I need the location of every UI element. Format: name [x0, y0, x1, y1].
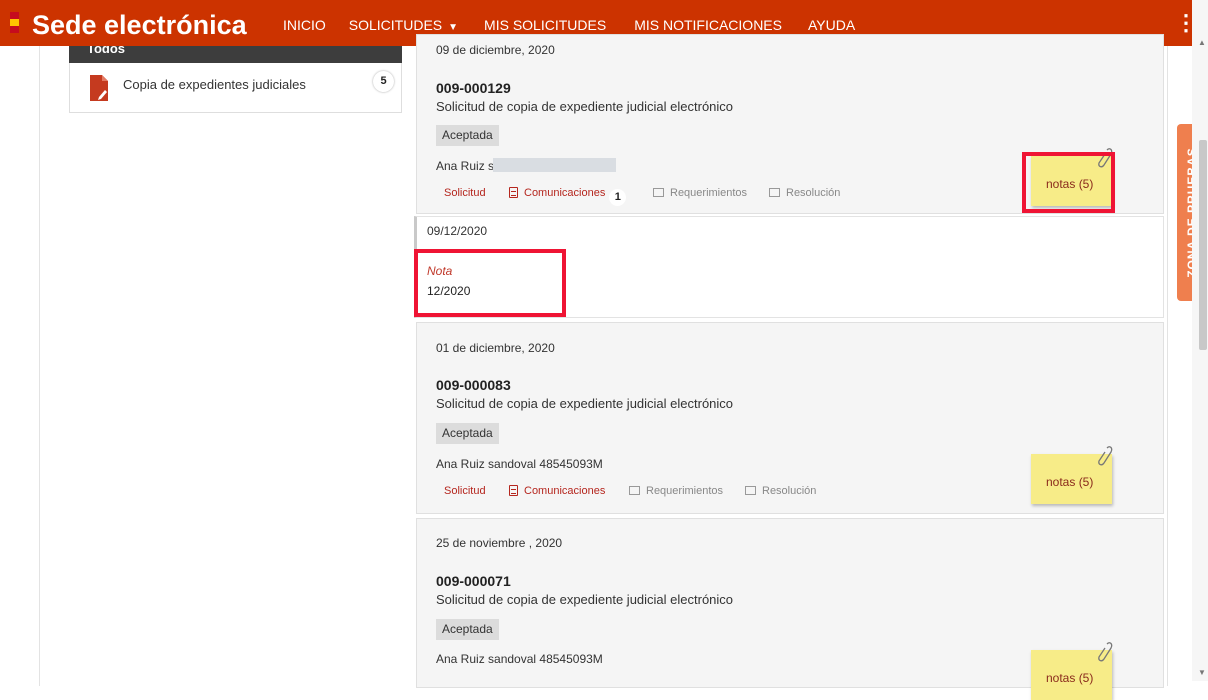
sidebar-item-copia-expedientes[interactable]: Copia de expedientes judiciales 5: [69, 63, 402, 113]
link-comunicaciones-label: Comunicaciones: [524, 187, 606, 199]
notes-label: notas (5): [1046, 475, 1094, 489]
page-icon: [629, 486, 640, 495]
page-icon: [653, 188, 664, 197]
link-requerimientos[interactable]: Requerimientos: [653, 187, 747, 199]
request-code[interactable]: 009-000083: [436, 377, 511, 393]
paperclip-icon: [1098, 446, 1113, 466]
link-solicitud[interactable]: Solicitud: [444, 187, 486, 199]
highlight-notes: [1022, 152, 1115, 213]
request-description: Solicitud de copia de expediente judicia…: [436, 592, 734, 607]
request-date: 01 de diciembre, 2020: [436, 341, 555, 355]
link-comunicaciones[interactable]: Comunicaciones: [509, 485, 605, 497]
request-description: Solicitud de copia de expediente judicia…: [436, 99, 734, 114]
status-badge: Aceptada: [436, 125, 499, 146]
scroll-up-icon[interactable]: ▲: [1198, 38, 1206, 47]
link-resolucion[interactable]: Resolución: [769, 187, 840, 199]
link-comunicaciones-label: Comunicaciones: [524, 485, 606, 497]
applicant-name: Ana Ruiz s: [436, 159, 495, 173]
paperclip-icon: [1098, 642, 1113, 662]
request-code[interactable]: 009-000071: [436, 573, 511, 589]
document-icon: [509, 485, 518, 496]
request-card[interactable]: 25 de noviembre , 2020 009-000071 Solici…: [416, 518, 1164, 700]
request-date: 09 de diciembre, 2020: [436, 43, 555, 57]
request-date: 25 de noviembre , 2020: [436, 536, 563, 550]
nav-ayuda[interactable]: AYUDA: [808, 17, 855, 33]
site-brand[interactable]: Sede electrónica: [32, 10, 247, 41]
chevron-down-icon: ▼: [448, 22, 459, 33]
nav-inicio[interactable]: INICIO: [283, 17, 326, 33]
nav-solicitudes-label: SOLICITUDES: [348, 17, 443, 33]
notes-sticky[interactable]: notas (5): [1031, 446, 1113, 504]
comunicaciones-count: 1: [609, 189, 627, 206]
spain-flag-icon: [10, 12, 19, 34]
link-resolucion[interactable]: Resolución: [745, 485, 816, 497]
request-description: Solicitud de copia de expediente judicia…: [436, 396, 734, 411]
link-resolucion-label: Resolución: [786, 187, 841, 199]
link-resolucion-label: Resolución: [762, 485, 817, 497]
link-requerimientos[interactable]: Requerimientos: [629, 485, 723, 497]
link-requerimientos-label: Requerimientos: [646, 485, 724, 497]
scrollbar-thumb[interactable]: [1199, 140, 1207, 350]
highlight-nota: [414, 249, 566, 317]
redacted-field: [493, 158, 616, 172]
count-badge: 5: [373, 71, 394, 92]
page-icon: [769, 188, 780, 197]
note-date: 09/12/2020: [427, 224, 488, 238]
document-icon: [509, 187, 518, 198]
applicant-name: Ana Ruiz sandoval 48545093M: [436, 652, 603, 666]
document-edit-icon: [90, 75, 108, 101]
main-nav: INICIO SOLICITUDES ▼ MIS SOLICITUDES MIS …: [283, 17, 855, 33]
link-comunicaciones[interactable]: Comunicaciones 1: [509, 187, 627, 206]
link-solicitud[interactable]: Solicitud: [444, 485, 486, 497]
nav-mis-solicitudes[interactable]: MIS SOLICITUDES: [484, 17, 606, 33]
request-card[interactable]: 01 de diciembre, 2020 009-000083 Solicit…: [416, 322, 1164, 514]
notes-sticky[interactable]: notas (5): [1031, 642, 1113, 700]
request-code[interactable]: 009-000129: [436, 80, 511, 96]
sidebar-item-label: Copia de expedientes judiciales: [123, 77, 306, 92]
notes-label: notas (5): [1046, 671, 1094, 685]
scroll-down-icon[interactable]: ▼: [1198, 668, 1206, 677]
status-badge: Aceptada: [436, 619, 499, 640]
applicant-name: Ana Ruiz sandoval 48545093M: [436, 457, 603, 471]
nav-solicitudes[interactable]: SOLICITUDES ▼: [349, 17, 458, 33]
sidebar-header-label: Todos: [87, 46, 126, 56]
status-badge: Aceptada: [436, 423, 499, 444]
sidebar-header[interactable]: Todos: [69, 46, 402, 63]
link-requerimientos-label: Requerimientos: [670, 187, 748, 199]
page-icon: [745, 486, 756, 495]
nav-mis-notificaciones[interactable]: MIS NOTIFICACIONES: [634, 17, 782, 33]
